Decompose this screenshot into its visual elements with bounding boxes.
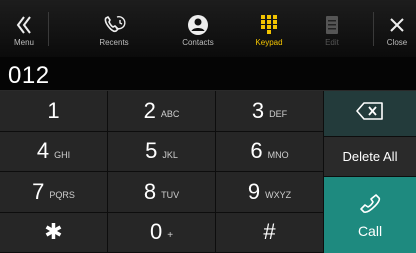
key-digit: 0 [149, 219, 163, 245]
key-digit: ✱ [44, 219, 63, 245]
phone-handset-icon [358, 192, 382, 221]
contact-person-icon [187, 14, 209, 36]
key-8[interactable]: 8 TUV [108, 172, 216, 213]
close-label: Close [386, 38, 408, 47]
call-label: Call [357, 222, 383, 239]
divider [48, 12, 49, 46]
key-6[interactable]: 6 MNO [216, 131, 324, 172]
edit-label: Edit [325, 38, 339, 47]
key-letters: MNO [267, 149, 289, 160]
key-letters: WXYZ [265, 190, 292, 201]
key-1[interactable]: 1 [0, 91, 108, 132]
action-column: Delete All Call [324, 91, 416, 253]
edit-document-icon [325, 14, 339, 36]
backspace-button[interactable] [324, 91, 416, 137]
key-digit: 8 [143, 178, 157, 204]
key-digit: # [263, 219, 276, 245]
number-display: 012 [0, 57, 416, 91]
key-0[interactable]: 0 + [108, 212, 216, 253]
double-chevron-left-icon [16, 14, 32, 36]
key-digit: 5 [145, 138, 158, 164]
key-7[interactable]: 7 PQRS [0, 172, 108, 213]
top-menu-bar: Menu Recents Contacts Keypad Edit Close [0, 0, 416, 57]
key-letters: PQRS [49, 190, 75, 201]
key-digit: 3 [251, 97, 265, 123]
keypad-label: Keypad [255, 38, 283, 47]
delete-all-button[interactable]: Delete All [324, 137, 416, 177]
key-digit: 7 [32, 178, 45, 204]
call-button[interactable]: Call [324, 177, 416, 253]
menu-button[interactable]: Menu [0, 0, 48, 57]
key-letters: ABC [160, 109, 180, 120]
key-4[interactable]: 4 GHI [0, 131, 108, 172]
key-letters: + [167, 229, 174, 241]
dialed-number: 012 [8, 62, 50, 89]
contacts-label: Contacts [182, 38, 214, 47]
key-digit: 6 [250, 138, 263, 164]
close-button[interactable]: Close [378, 0, 416, 57]
key-letters: JKL [162, 149, 178, 160]
key-5[interactable]: 5 JKL [108, 131, 216, 172]
key-digit: 4 [36, 138, 50, 164]
recents-label: Recents [99, 38, 129, 47]
delete-all-label: Delete All [342, 149, 398, 164]
key-digit: 9 [247, 178, 261, 204]
key-letters: TUV [161, 190, 180, 201]
tab-keypad[interactable]: Keypad [241, 0, 297, 57]
key-letters: GHI [54, 149, 71, 160]
tab-recents[interactable]: Recents [85, 0, 143, 57]
key-2[interactable]: 2 ABC [108, 91, 216, 132]
edit-button[interactable]: Edit [313, 0, 351, 57]
key-3[interactable]: 3 DEF [216, 91, 324, 132]
key-hash[interactable]: # [216, 212, 324, 253]
menu-label: Menu [13, 38, 34, 47]
key-9[interactable]: 9 WXYZ [216, 172, 324, 213]
close-x-icon [389, 14, 405, 36]
key-digit: 1 [47, 97, 60, 123]
key-star[interactable]: ✱ [0, 212, 108, 253]
divider [373, 12, 374, 46]
recents-phone-icon [101, 14, 127, 36]
key-digit: 2 [143, 97, 156, 123]
backspace-icon [356, 102, 384, 125]
key-letters: DEF [269, 109, 288, 120]
keypad-grid-icon [261, 14, 277, 36]
dial-keypad: 1 2 ABC 3 DEF 4 GHI 5 JKL 6 MNO 7 PQRS 8… [0, 91, 324, 253]
tab-contacts[interactable]: Contacts [168, 0, 228, 57]
